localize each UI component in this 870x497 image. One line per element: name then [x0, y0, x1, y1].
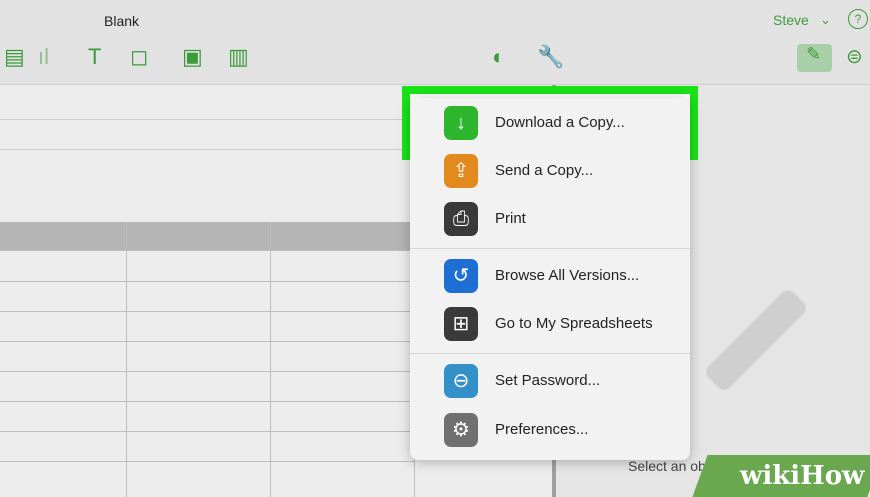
media-icon[interactable]: ▣	[182, 44, 203, 70]
download-icon: ↓	[444, 106, 478, 140]
menu-item-label: Send a Copy...	[495, 162, 594, 179]
menu-item-browse-versions[interactable]: ↺ Browse All Versions...	[410, 255, 690, 297]
comment-icon[interactable]: ▥	[228, 44, 249, 70]
menu-item-set-password[interactable]: ⊖ Set Password...	[410, 360, 690, 402]
watermark-text: wikiHow	[740, 461, 865, 491]
table-column[interactable]	[270, 222, 271, 497]
menu-item-my-spreadsheets[interactable]: ⊞ Go to My Spreadsheets	[410, 303, 690, 345]
format-brush-icon: ✎	[806, 44, 822, 64]
wrench-icon[interactable]: 🔧	[537, 44, 564, 70]
collaborate-icon[interactable]: ◐	[492, 44, 505, 70]
menu-item-label: Download a Copy...	[495, 114, 625, 131]
table-row[interactable]	[0, 401, 414, 402]
user-menu[interactable]: Steve	[773, 12, 809, 28]
versions-icon: ↺	[444, 259, 478, 293]
menu-item-label: Set Password...	[495, 372, 601, 389]
help-button[interactable]: ?	[848, 9, 868, 29]
table-row[interactable]	[0, 281, 414, 282]
menu-item-download[interactable]: ↓ Download a Copy...	[410, 102, 690, 144]
gear-icon: ⚙	[444, 413, 478, 447]
table-row[interactable]	[0, 431, 414, 432]
table-row[interactable]	[0, 341, 414, 342]
paintbrush-icon	[702, 286, 810, 394]
menu-item-label: Browse All Versions...	[495, 267, 640, 284]
table-row[interactable]	[0, 371, 414, 372]
spreadsheets-icon: ⊞	[444, 307, 478, 341]
table-row[interactable]	[0, 250, 414, 251]
menu-separator	[410, 353, 690, 354]
shape-icon[interactable]: ◻	[130, 44, 148, 70]
menu-item-label: Go to My Spreadsheets	[495, 315, 653, 332]
menu-item-label: Print	[495, 210, 526, 227]
table-column[interactable]	[126, 222, 127, 497]
table-row[interactable]	[0, 311, 414, 312]
table-icon[interactable]: ▤	[4, 44, 25, 70]
text-icon[interactable]: T	[88, 44, 101, 70]
document-title: Blank	[104, 13, 140, 29]
chart-icon[interactable]: ıl	[38, 44, 49, 70]
menu-item-send-copy[interactable]: ⇪ Send a Copy...	[410, 150, 690, 192]
lock-icon: ⊖	[444, 364, 478, 398]
send-copy-icon: ⇪	[444, 154, 478, 188]
toolbar: Blank Steve ⌄ ? ▤ ıl T ◻ ▣ ▥ ◐ 🔧 ✎ ⊜	[0, 0, 870, 85]
menu-separator	[410, 248, 690, 249]
print-icon: ⎙	[444, 202, 478, 236]
menu-item-label: Preferences...	[495, 421, 589, 438]
menu-item-print[interactable]: ⎙ Print	[410, 198, 690, 240]
menu-item-preferences[interactable]: ⚙ Preferences...	[410, 409, 690, 451]
organize-icon[interactable]: ⊜	[846, 44, 863, 69]
chevron-down-icon[interactable]: ⌄	[820, 12, 831, 28]
table-row[interactable]	[0, 461, 414, 462]
tools-menu: ↓ Download a Copy... ⇪ Send a Copy... ⎙ …	[410, 98, 690, 460]
